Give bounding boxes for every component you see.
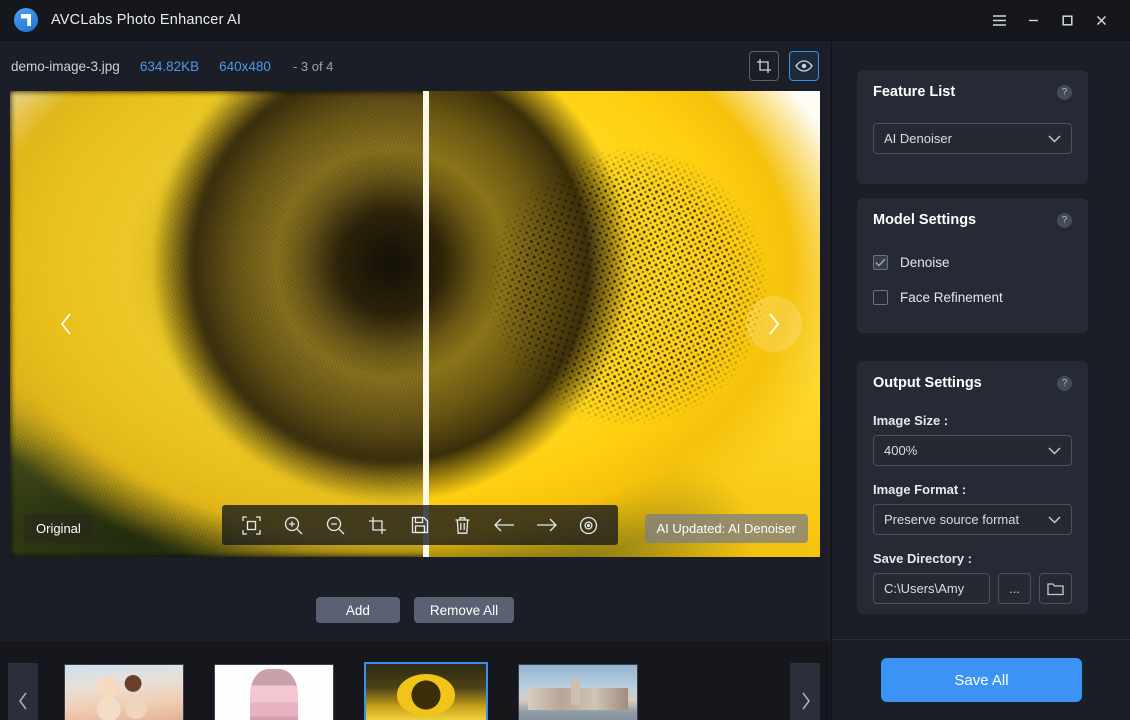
save-directory-row: C:\Users\Amy ... — [857, 573, 1088, 604]
next-image-button[interactable] — [746, 296, 802, 352]
model-settings-header: Model Settings ? — [857, 198, 1088, 242]
thumbnail-strip — [0, 641, 830, 720]
zoom-in-icon[interactable] — [278, 510, 308, 540]
thumbnail-2[interactable] — [214, 664, 334, 720]
delete-icon[interactable] — [447, 510, 477, 540]
feature-list-title: Feature List — [873, 84, 955, 100]
image-size-select[interactable]: 400% — [873, 435, 1072, 466]
crop-icon[interactable] — [749, 51, 779, 81]
redo-arrow-icon[interactable] — [532, 510, 562, 540]
output-settings-card: Output Settings ? Image Size : 400% Imag… — [857, 361, 1088, 614]
save-all-button[interactable]: Save All — [881, 658, 1082, 702]
title-bar: AVCLabs Photo Enhancer AI — [0, 0, 1130, 41]
feature-list-card: Feature List ? AI Denoiser — [857, 70, 1088, 184]
zoom-out-icon[interactable] — [321, 510, 351, 540]
previous-image-button[interactable] — [38, 296, 94, 352]
app-logo-icon — [14, 8, 38, 32]
close-icon[interactable] — [1084, 0, 1118, 41]
ai-updated-badge: AI Updated: AI Denoiser — [645, 514, 808, 543]
original-badge: Original — [24, 514, 93, 543]
eye-icon[interactable] — [789, 51, 819, 81]
face-refinement-checkbox-row[interactable]: Face Refinement — [857, 283, 1088, 311]
help-icon[interactable]: ? — [1057, 213, 1072, 228]
checkbox-face-refinement[interactable] — [873, 290, 888, 305]
output-settings-title: Output Settings — [873, 375, 982, 391]
chevron-down-icon — [1048, 443, 1061, 458]
file-position: - 3 of 4 — [293, 59, 333, 74]
model-settings-card: Model Settings ? Denoise Face Refinement — [857, 198, 1088, 333]
model-settings-title: Model Settings — [873, 212, 976, 228]
crop-icon[interactable] — [363, 510, 393, 540]
hamburger-menu-icon[interactable] — [982, 0, 1016, 41]
help-icon[interactable]: ? — [1057, 376, 1072, 391]
image-size-value: 400% — [884, 443, 917, 458]
image-format-label: Image Format : — [857, 482, 1088, 497]
feature-select-value: AI Denoiser — [884, 131, 952, 146]
save-directory-label: Save Directory : — [857, 551, 1088, 566]
thumbnail-1[interactable] — [64, 664, 184, 720]
save-all-zone: Save All — [832, 639, 1130, 720]
comparison-divider[interactable] — [423, 91, 429, 557]
feature-list-header: Feature List ? — [857, 70, 1088, 114]
checkbox-denoise[interactable] — [873, 255, 888, 270]
list-action-row: Add Remove All — [0, 582, 830, 638]
denoise-checkbox-row[interactable]: Denoise — [857, 248, 1088, 276]
image-viewer[interactable]: Original AI Updated: AI Denoiser — [10, 91, 820, 557]
image-size-label: Image Size : — [857, 413, 1088, 428]
minimize-icon[interactable] — [1016, 0, 1050, 41]
output-settings-header: Output Settings ? — [857, 361, 1088, 405]
image-format-value: Preserve source format — [884, 512, 1019, 527]
maximize-icon[interactable] — [1050, 0, 1084, 41]
thumbnail-4[interactable] — [518, 664, 638, 720]
file-info-bar: demo-image-3.jpg 634.82KB 640x480 - 3 of… — [0, 41, 830, 91]
eye-icon[interactable] — [574, 510, 604, 540]
folder-icon[interactable] — [1039, 573, 1072, 604]
window-controls — [982, 0, 1130, 41]
undo-arrow-icon[interactable] — [489, 510, 519, 540]
thumbnail-3[interactable] — [364, 662, 488, 720]
chevron-down-icon — [1048, 512, 1061, 527]
file-name: demo-image-3.jpg — [11, 59, 120, 74]
image-toolbar — [222, 505, 618, 545]
app-window: AVCLabs Photo Enhancer AI demo-image-3.j… — [0, 0, 1130, 720]
face-refinement-label: Face Refinement — [900, 290, 1003, 305]
help-icon[interactable]: ? — [1057, 85, 1072, 100]
thumbnail-list — [64, 662, 638, 720]
file-dimensions: 640x480 — [219, 59, 271, 74]
chevron-down-icon — [1048, 131, 1061, 146]
browse-button[interactable]: ... — [998, 573, 1031, 604]
file-bar-actions — [749, 51, 830, 81]
save-directory-input[interactable]: C:\Users\Amy — [873, 573, 990, 604]
thumbnails-next-button[interactable] — [790, 663, 820, 720]
fit-to-screen-icon[interactable] — [236, 510, 266, 540]
file-size: 634.82KB — [140, 59, 199, 74]
main-content-area: demo-image-3.jpg 634.82KB 640x480 - 3 of… — [0, 41, 830, 720]
image-format-select[interactable]: Preserve source format — [873, 504, 1072, 535]
app-title: AVCLabs Photo Enhancer AI — [51, 12, 241, 28]
remove-all-button[interactable]: Remove All — [414, 597, 514, 623]
thumbnails-prev-button[interactable] — [8, 663, 38, 720]
denoise-label: Denoise — [900, 255, 950, 270]
save-icon[interactable] — [405, 510, 435, 540]
settings-panel: Feature List ? AI Denoiser Model Setting… — [831, 41, 1130, 720]
feature-select[interactable]: AI Denoiser — [873, 123, 1072, 154]
add-button[interactable]: Add — [316, 597, 400, 623]
